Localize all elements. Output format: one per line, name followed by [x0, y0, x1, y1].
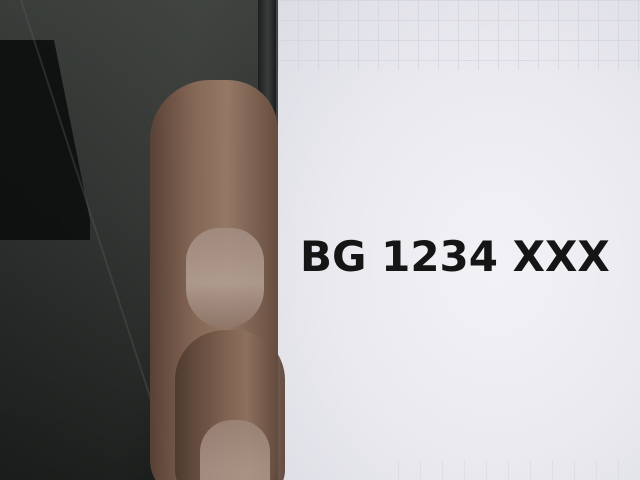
photo-scene: BG 1234 XXX [0, 0, 640, 480]
grid-pattern [278, 0, 640, 70]
phone-screen: BG 1234 XXX [276, 0, 640, 480]
fingernail [186, 228, 264, 328]
second-fingernail [200, 420, 270, 480]
license-plate-text: BG 1234 XXX [300, 232, 610, 281]
grid-pattern-bottom [398, 460, 640, 480]
